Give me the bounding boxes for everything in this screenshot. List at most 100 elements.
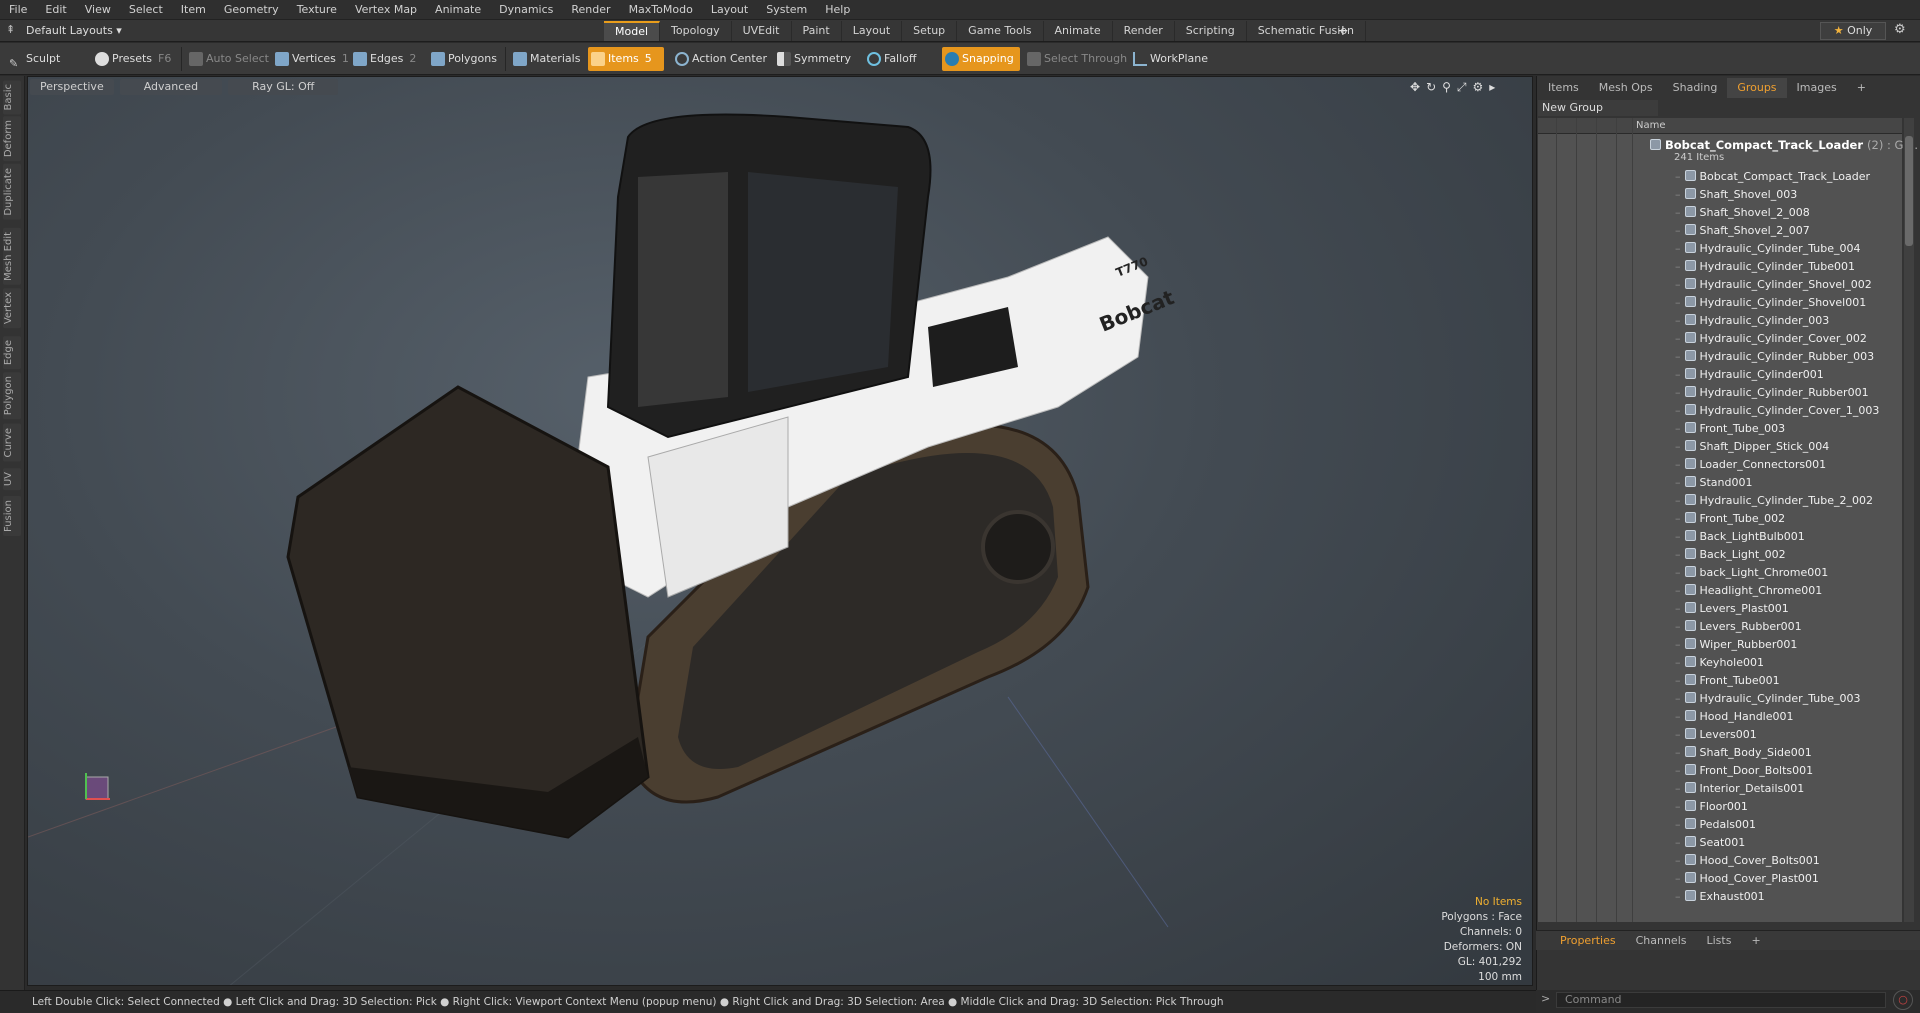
maximize-icon[interactable]: ⤢ [1457, 80, 1467, 95]
list-item[interactable]: – Stand001 [1675, 474, 1753, 492]
menu-item[interactable]: Select [120, 0, 172, 20]
raygl-dropdown[interactable]: Ray GL: Off [228, 79, 339, 95]
right-tab[interactable]: Images [1787, 78, 1847, 98]
mode-tab[interactable]: UVEdit [732, 21, 792, 41]
list-item[interactable]: – Levers001 [1675, 726, 1757, 744]
mode-tab[interactable]: Animate [1044, 21, 1113, 41]
list-item[interactable]: – Interior_Details001 [1675, 780, 1804, 798]
play-icon[interactable]: ▸ [1489, 80, 1495, 95]
list-item[interactable]: – Wiper_Rubber001 [1675, 636, 1797, 654]
list-item[interactable]: – Front_Tube001 [1675, 672, 1780, 690]
list-item[interactable]: – Back_LightBulb001 [1675, 528, 1805, 546]
list-item[interactable]: – Shaft_Dipper_Stick_004 [1675, 438, 1829, 456]
list-item[interactable]: – Bobcat_Compact_Track_Loader [1675, 168, 1870, 186]
bottom-tab[interactable]: Channels [1626, 931, 1697, 950]
right-tab[interactable]: Items [1538, 78, 1589, 98]
list-item[interactable]: – Floor001 [1675, 798, 1748, 816]
vertices-button[interactable]: Vertices 1 [272, 47, 349, 71]
bottom-tab[interactable]: + [1741, 931, 1770, 950]
menu-item[interactable]: Geometry [215, 0, 288, 20]
bottom-tab[interactable]: Lists [1697, 931, 1742, 950]
menu-item[interactable]: File [0, 0, 36, 20]
left-tab[interactable]: Deform [3, 116, 21, 162]
mode-tab[interactable]: Model [604, 21, 661, 41]
name-column-header[interactable]: Name [1636, 119, 1666, 133]
list-item[interactable]: – Exhaust001 [1675, 888, 1765, 906]
left-tab[interactable]: Vertex [3, 288, 21, 329]
menu-item[interactable]: Animate [426, 0, 490, 20]
list-item[interactable]: – Front_Door_Bolts001 [1675, 762, 1813, 780]
left-tab[interactable]: Fusion [3, 496, 21, 536]
mode-tab[interactable]: Topology [660, 21, 732, 41]
list-item[interactable]: – Hood_Cover_Bolts001 [1675, 852, 1820, 870]
list-item[interactable]: – Shaft_Shovel_2_007 [1675, 222, 1810, 240]
mode-tab[interactable]: Setup [902, 21, 958, 41]
perspective-dropdown[interactable]: Perspective [30, 79, 114, 95]
left-tab[interactable]: Mesh Edit [3, 228, 21, 285]
list-item[interactable]: – Shaft_Shovel_003 [1675, 186, 1797, 204]
advanced-dropdown[interactable]: Advanced [119, 79, 223, 95]
snapping-button[interactable]: Snapping [942, 47, 1020, 71]
presets-button[interactable]: Presets F6 [92, 47, 176, 71]
list-item[interactable]: – Hydraulic_Cylinder_Tube_2_002 [1675, 492, 1873, 510]
pan-icon[interactable]: ✥ [1410, 80, 1420, 95]
right-tab[interactable]: + [1847, 78, 1876, 98]
menu-item[interactable]: Vertex Map [346, 0, 426, 20]
menu-item[interactable]: System [757, 0, 816, 20]
layout-dropdown[interactable]: Default Layouts ▾ [26, 22, 122, 40]
list-item[interactable]: – Hood_Handle001 [1675, 708, 1794, 726]
list-item[interactable]: – Hood_Cover_Plast001 [1675, 870, 1819, 888]
right-tab[interactable]: Groups [1727, 78, 1787, 98]
command-input[interactable]: Command [1556, 992, 1886, 1008]
menu-item[interactable]: Edit [36, 0, 75, 20]
list-item[interactable]: – Levers_Rubber001 [1675, 618, 1802, 636]
list-item[interactable]: – Hydraulic_Cylinder_Shovel_002 [1675, 276, 1872, 294]
bottom-tab[interactable]: Properties [1550, 931, 1626, 950]
action-center-button[interactable]: Action Center [672, 47, 767, 71]
3d-viewport[interactable]: Bobcat T770 [27, 76, 1533, 986]
left-tab[interactable]: Curve [3, 424, 21, 462]
menu-item[interactable]: Item [172, 0, 215, 20]
layout-home-icon[interactable]: ⇞ [6, 23, 20, 37]
new-group-button[interactable]: New Group [1538, 100, 1658, 116]
list-item[interactable]: – Levers_Plast001 [1675, 600, 1789, 618]
only-toggle[interactable]: ★ Only [1820, 22, 1886, 40]
edges-button[interactable]: Edges 2 [350, 47, 424, 71]
select-through-button[interactable]: Select Through [1024, 47, 1127, 71]
zoom-icon[interactable]: ⚲ [1442, 80, 1451, 95]
list-item[interactable]: – Shaft_Shovel_2_008 [1675, 204, 1810, 222]
list-item[interactable]: – Pedals001 [1675, 816, 1756, 834]
menu-item[interactable]: Layout [702, 0, 757, 20]
list-item[interactable]: – Hydraulic_Cylinder_Rubber001 [1675, 384, 1869, 402]
list-item[interactable]: – Back_Light_002 [1675, 546, 1786, 564]
materials-button[interactable]: Materials [510, 47, 584, 71]
list-item[interactable]: – Hydraulic_Cylinder_Tube001 [1675, 258, 1855, 276]
command-history-button[interactable]: ○ [1893, 990, 1913, 1010]
list-item[interactable]: – Hydraulic_Cylinder_Rubber_003 [1675, 348, 1874, 366]
list-item[interactable]: – Hydraulic_Cylinder_Tube_003 [1675, 690, 1860, 708]
menu-item[interactable]: Dynamics [490, 0, 562, 20]
menu-item[interactable]: View [76, 0, 120, 20]
workplane-button[interactable]: WorkPlane [1130, 47, 1210, 71]
auto-select-button[interactable]: Auto Select [186, 47, 269, 71]
left-tab[interactable]: Basic [3, 80, 21, 115]
list-item[interactable]: – Shaft_Body_Side001 [1675, 744, 1812, 762]
rotate-icon[interactable]: ↻ [1426, 80, 1436, 95]
list-item[interactable]: – Keyhole001 [1675, 654, 1764, 672]
mode-tab[interactable]: Render [1113, 21, 1175, 41]
sculpt-button[interactable]: ✎ Sculpt [6, 47, 86, 71]
menu-item[interactable]: Render [562, 0, 619, 20]
list-item[interactable]: – Hydraulic_Cylinder_Shovel001 [1675, 294, 1866, 312]
list-item[interactable]: – Hydraulic_Cylinder_Cover_1_003 [1675, 402, 1879, 420]
list-item[interactable]: – Hydraulic_Cylinder001 [1675, 366, 1824, 384]
list-item[interactable]: – Hydraulic_Cylinder_Tube_004 [1675, 240, 1860, 258]
polygons-button[interactable]: Polygons [428, 47, 502, 71]
left-tab[interactable]: Edge [3, 336, 21, 370]
menu-item[interactable]: Help [816, 0, 859, 20]
list-item[interactable]: – Headlight_Chrome001 [1675, 582, 1822, 600]
symmetry-button[interactable]: Symmetry [774, 47, 854, 71]
menu-item[interactable]: MaxToModo [620, 0, 702, 20]
list-item[interactable]: – Seat001 [1675, 834, 1745, 852]
mode-tab[interactable]: Scripting [1175, 21, 1247, 41]
left-tab[interactable]: Polygon [3, 372, 21, 420]
